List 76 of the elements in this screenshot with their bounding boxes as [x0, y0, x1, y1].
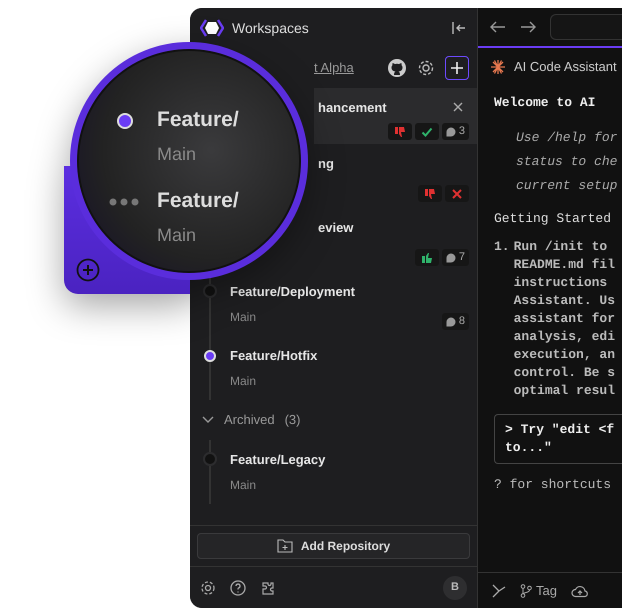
thumbs-up-icon: [420, 252, 433, 264]
archived-link[interactable]: Archived: [224, 410, 275, 430]
step-text-line: instructions: [514, 274, 608, 292]
tip-line: status to che: [516, 153, 618, 171]
comment-icon: [446, 316, 456, 326]
shortcuts-hint: ? for shortcuts: [494, 476, 612, 494]
branch-name: ng: [318, 155, 334, 173]
branch-icon[interactable]: [520, 584, 532, 598]
step-text-line: analysis, edi: [514, 328, 616, 346]
branch-row[interactable]: eview 7: [314, 208, 477, 272]
count-label: 7: [458, 250, 465, 266]
branch-name: Feature/Deployment: [230, 283, 355, 301]
forward-arrow-icon[interactable]: [520, 21, 536, 33]
assistant-title: AI Code Assistant: [514, 58, 617, 76]
step-text-line: optimal resul: [514, 382, 616, 400]
puzzle-icon[interactable]: [260, 580, 276, 596]
prompt-text-line: to...": [505, 439, 553, 457]
step-text-line: Assistant. Us: [514, 292, 616, 310]
folder-plus-icon: [276, 539, 293, 553]
cross-icon: [451, 188, 463, 200]
repository-link[interactable]: t Alpha: [314, 58, 354, 78]
help-icon[interactable]: [230, 580, 246, 596]
count-label: 3: [458, 124, 465, 140]
branch-name: Feature/Hotfix: [230, 347, 318, 365]
thumbs-down-icon: [394, 126, 406, 138]
plus-icon: [450, 61, 464, 75]
sparkle-icon: [490, 59, 506, 75]
status-dot: [117, 113, 133, 129]
branch-name: Feature/: [157, 188, 240, 214]
step-number: 1.: [494, 238, 510, 256]
settings-icon[interactable]: [200, 580, 216, 596]
base-branch-label: Main: [230, 476, 256, 494]
comment-icon: [446, 252, 456, 262]
step-text-line: execution, an: [514, 346, 616, 364]
cloud-upload-icon[interactable]: [570, 584, 589, 598]
check-icon: [420, 126, 433, 138]
github-icon[interactable]: [387, 58, 407, 78]
prompt-text-line: > Try "edit <f: [505, 421, 612, 439]
branch-row[interactable]: ng: [314, 144, 477, 208]
count-label: 8: [458, 314, 465, 330]
tip-line: Use /help for: [516, 129, 618, 147]
branch-row[interactable]: Feature/Legacy Main: [190, 440, 477, 504]
logo-icon: [200, 18, 224, 38]
branch-row[interactable]: hancement 3: [314, 88, 477, 144]
add-workspace-button[interactable]: [445, 56, 469, 80]
tip-line: current setup: [516, 177, 618, 195]
chevron-down-icon[interactable]: [202, 416, 214, 424]
base-branch-label: Main: [157, 224, 198, 247]
step-text-line: control. Be s: [514, 364, 616, 382]
add-repository-button[interactable]: Add Repository: [197, 533, 470, 559]
address-field[interactable]: [550, 14, 622, 40]
close-icon[interactable]: [453, 102, 463, 112]
step-text-line: Run /init to: [514, 238, 608, 256]
settings-icon[interactable]: [417, 59, 435, 77]
user-avatar[interactable]: B: [443, 576, 467, 600]
merge-arrows-icon[interactable]: [492, 584, 506, 598]
window-title: Workspaces: [232, 18, 309, 38]
step-text-line: README.md fil: [514, 256, 616, 274]
base-branch-label: Main: [157, 143, 198, 166]
base-branch-label: Main: [230, 372, 256, 390]
back-arrow-icon[interactable]: [490, 21, 506, 33]
archived-count: (3): [284, 411, 300, 430]
branch-name: Feature/Legacy: [230, 451, 326, 469]
branch-name: Feature/: [157, 107, 240, 133]
ellipsis-icon: [109, 198, 139, 206]
branch-name: eview: [318, 219, 354, 237]
step-text-line: assistant for: [514, 310, 616, 328]
comment-icon: [446, 126, 456, 136]
branch-row[interactable]: Feature/Hotfix Main: [190, 336, 477, 400]
base-branch-label: Main: [230, 308, 256, 326]
welcome-heading: Welcome to AI: [494, 94, 596, 112]
thumbs-down-icon: [424, 188, 436, 200]
tag-button[interactable]: Tag: [536, 580, 557, 600]
section-heading: Getting Started: [494, 210, 612, 228]
branch-name: hancement: [318, 99, 387, 117]
collapse-sidebar-icon[interactable]: [451, 20, 467, 36]
